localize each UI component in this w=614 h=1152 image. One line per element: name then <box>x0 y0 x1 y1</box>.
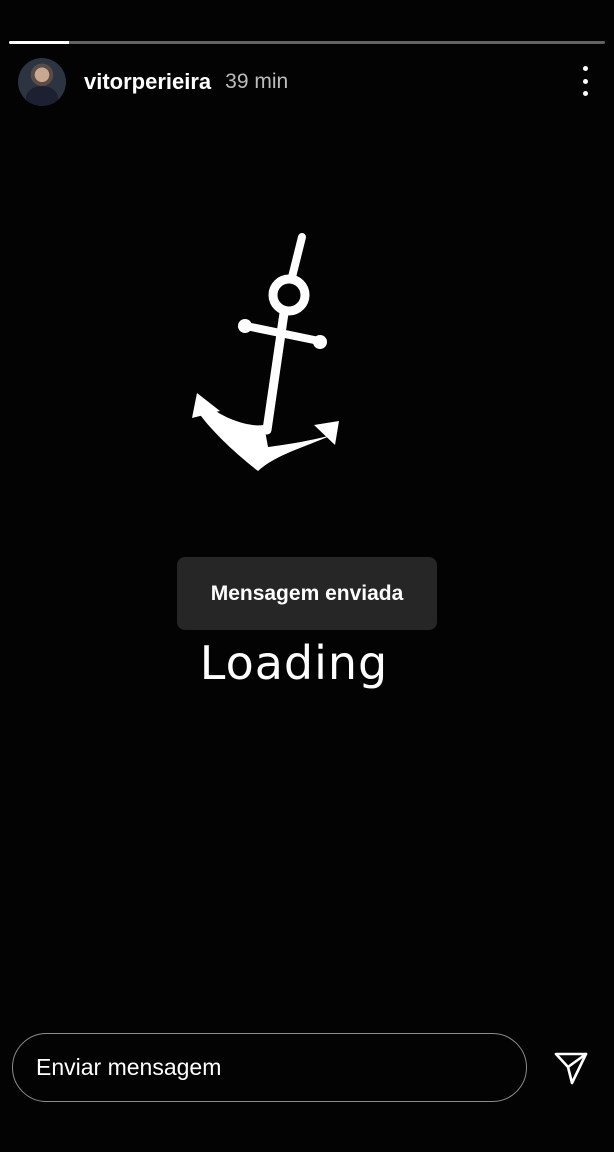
story-progress-bar <box>9 41 605 44</box>
sent-message-toast: Mensagem enviada <box>177 557 437 630</box>
story-viewer[interactable]: vitorperieira 39 min Mensagem enviada Lo… <box>0 0 614 1152</box>
story-progress-fill <box>9 41 69 44</box>
loading-label: Loading <box>199 636 389 690</box>
post-time: 39 min <box>225 70 289 93</box>
send-button[interactable] <box>553 1050 589 1086</box>
paper-plane-icon <box>554 1052 588 1085</box>
avatar[interactable] <box>18 58 66 106</box>
reply-placeholder: Enviar mensagem <box>36 1054 222 1080</box>
more-vertical-icon <box>582 66 588 71</box>
anchor-icon <box>192 233 339 471</box>
reply-message-input[interactable]: Enviar mensagem <box>12 1033 527 1102</box>
story-loading-text: Loading <box>0 636 614 690</box>
more-options-button[interactable] <box>578 66 592 96</box>
username[interactable]: vitorperieira <box>84 69 211 95</box>
story-header: vitorperieira 39 min <box>18 57 288 107</box>
